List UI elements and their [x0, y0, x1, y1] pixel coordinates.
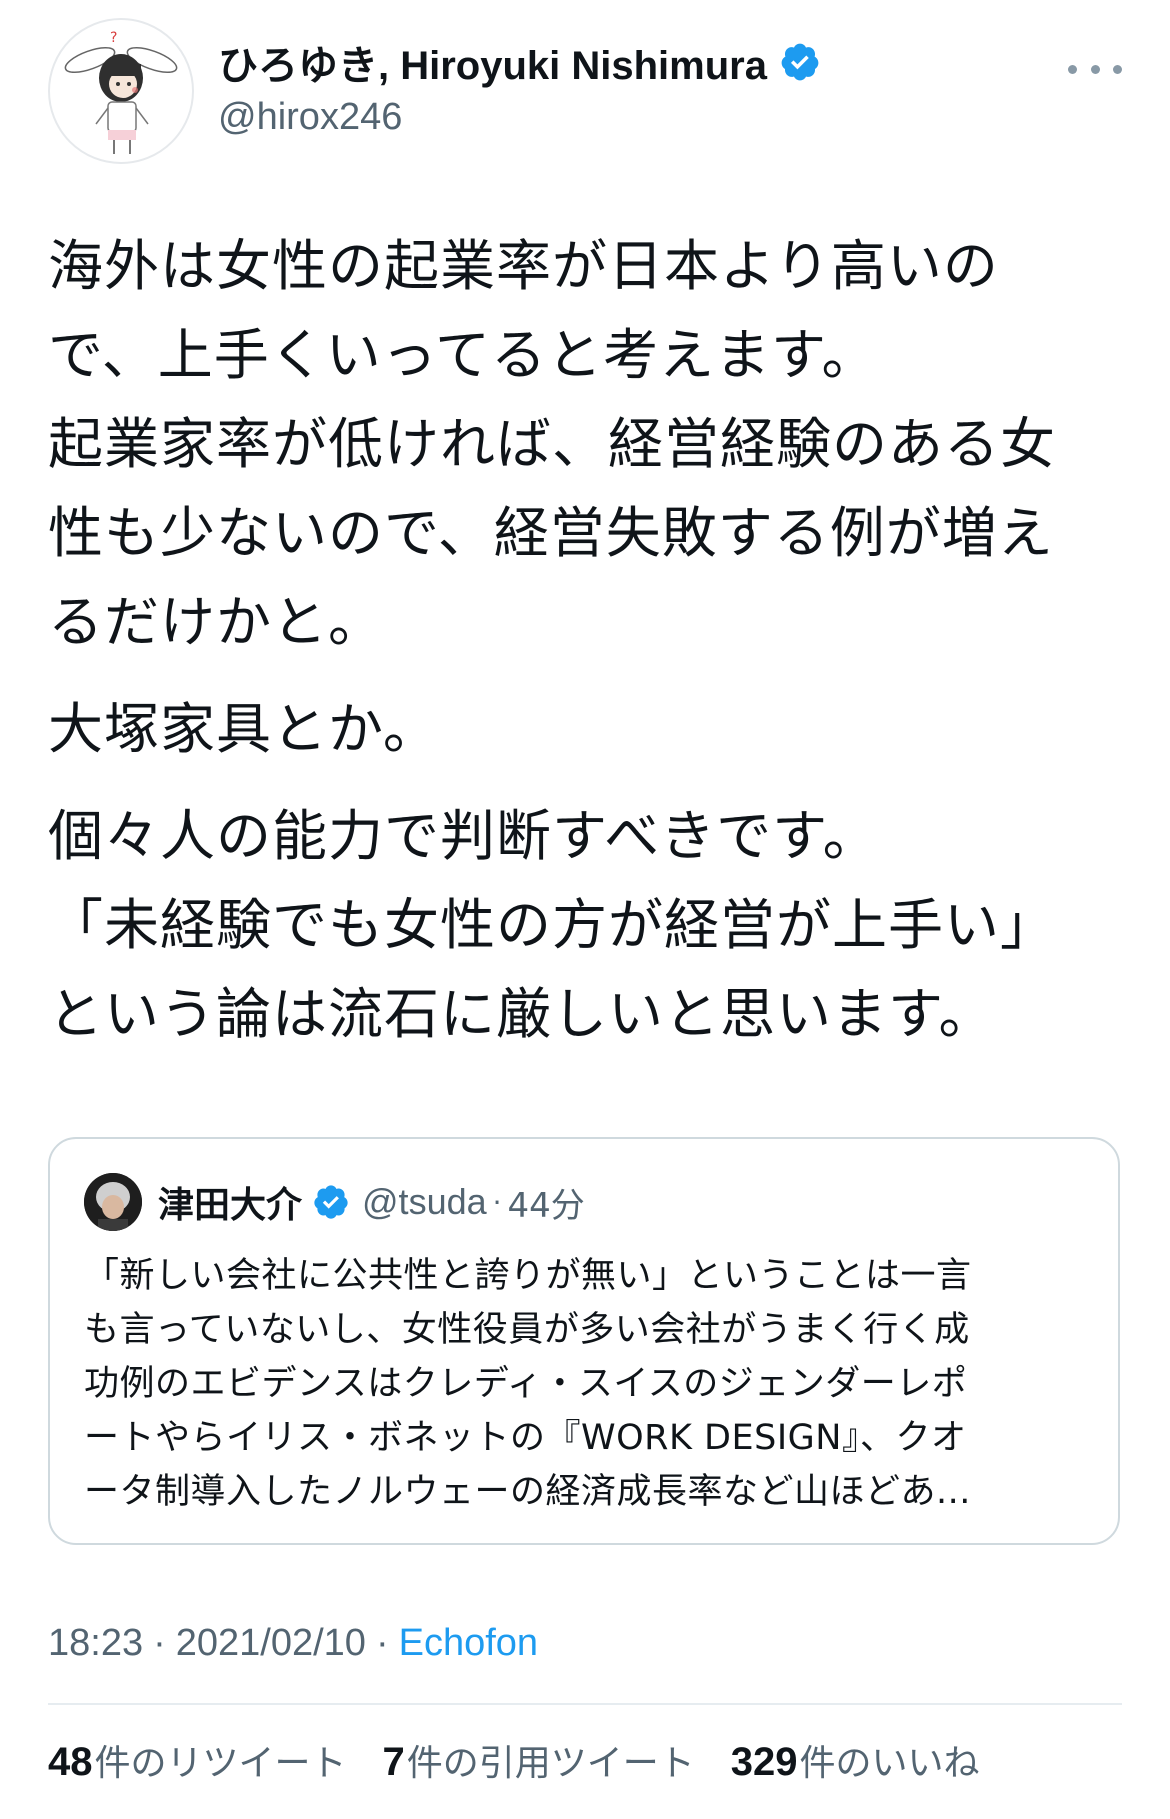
meta-separator: · — [153, 1621, 166, 1664]
more-dots-icon — [1090, 64, 1100, 74]
author-info: ひろゆき, Hiroyuki Nishimura @hirox246 — [218, 34, 821, 139]
retweets-stat[interactable]: 48 件のリツイート — [48, 1734, 347, 1786]
more-options-button[interactable] — [1068, 54, 1122, 84]
tweet-paragraph: 個々人の能力で判断すべきです。 「未経験でも女性の方が経営が上手い」 という論は… — [48, 792, 1128, 1059]
quoted-author-handle: @tsuda — [362, 1181, 487, 1222]
quote-tweets-count: 7 — [382, 1740, 405, 1784]
retweets-count: 48 — [48, 1740, 93, 1784]
avatar-cartoon-bunny-icon: ? — [64, 30, 178, 154]
author-handle[interactable]: @hirox246 — [218, 96, 821, 139]
likes-count: 329 — [730, 1740, 798, 1784]
tweet-line: 起業家率が低ければ、経営経験のある女 — [48, 412, 1057, 476]
tweet-line: 「未経験でも女性の方が経営が上手い」 — [48, 893, 1057, 957]
tweet-meta: 18:23 · 2021/02/10 · Echofon — [48, 1618, 538, 1668]
quoted-line: も言っていないし、女性役員が多い会社がうまく行く成 — [84, 1310, 970, 1350]
tweet-line: という論は流石に厳しいと思います。 — [48, 982, 995, 1046]
quote-tweets-label: 件の引用ツイート — [406, 1743, 695, 1784]
quoted-tweet-header: 津田大介 @tsuda · 44分 — [84, 1172, 585, 1232]
quoted-time: 44分 — [507, 1185, 585, 1226]
quoted-author-name: 津田大介 — [158, 1185, 303, 1226]
tweet-source-link[interactable]: Echofon — [399, 1622, 538, 1665]
author-name-row: ひろゆき, Hiroyuki Nishimura — [218, 34, 821, 90]
quoted-line: ートやらイリス・ボネットの『WORK DESIGN』、クオ — [84, 1418, 967, 1458]
tweet-paragraph: 大塚家具とか。 — [48, 685, 1128, 774]
tweet-line: 個々人の能力で判断すべきです。 — [48, 804, 879, 868]
quoted-tweet-text: 「新しい会社に公共性と誇りが無い」ということは一言 も言っていないし、女性役員が… — [84, 1249, 1094, 1519]
quote-tweets-stat[interactable]: 7 件の引用ツイート — [383, 1734, 695, 1786]
quoted-separator: · — [492, 1185, 502, 1219]
more-dots-icon — [1113, 64, 1122, 74]
tweet-line: るだけかと。 — [48, 590, 385, 654]
tweet-line: 大塚家具とか。 — [48, 697, 439, 761]
tweet-line: で、上手くいってると考えます。 — [48, 323, 878, 387]
tweet-date[interactable]: 2021/02/10 — [176, 1622, 366, 1665]
quoted-line: 功例のエビデンスはクレディ・スイスのジェンダーレポ — [84, 1364, 968, 1404]
meta-separator: · — [375, 1621, 389, 1664]
quoted-line: 「新しい会社に公共性と誇りが無い」ということは一言 — [84, 1256, 972, 1296]
svg-text:?: ? — [110, 30, 117, 46]
likes-label: 件のいいね — [799, 1743, 980, 1784]
likes-stat[interactable]: 329 件のいいね — [731, 1734, 980, 1786]
quoted-author-avatar — [84, 1173, 142, 1231]
tweet-paragraph: 海外は女性の起業率が日本より高いの で、上手くいってると考えます。 起業家率が低… — [48, 222, 1128, 667]
author-avatar[interactable]: ? — [48, 18, 194, 164]
quoted-tweet-card[interactable]: 津田大介 @tsuda · 44分 「新しい会社に公共性と誇りが無い」ということ… — [48, 1137, 1120, 1545]
tweet-text: 海外は女性の起業率が日本より高いの で、上手くいってると考えます。 起業家率が低… — [48, 222, 1128, 1059]
tweet-line: 海外は女性の起業率が日本より高いの — [48, 234, 999, 298]
divider — [48, 1703, 1122, 1705]
verified-badge-icon — [312, 1183, 350, 1221]
author-display-name[interactable]: ひろゆき, Hiroyuki Nishimura — [218, 33, 767, 91]
verified-badge-icon — [779, 41, 821, 83]
tweet-stats: 48 件のリツイート 7 件の引用ツイート 329 件のいいね — [48, 1732, 1016, 1788]
retweets-label: 件のリツイート — [94, 1743, 347, 1784]
tweet-line: 性も少ないので、経営失敗する例が増え — [48, 501, 1054, 565]
more-dots-icon — [1068, 64, 1077, 74]
quoted-line: ータ制導入したノルウェーの経済成長率など山ほどあ... — [84, 1472, 971, 1512]
tweet-header: ? ひろゆき, Hiroyuki Nishimura @hirox246 — [48, 16, 1122, 166]
tweet-time[interactable]: 18:23 — [48, 1622, 143, 1665]
